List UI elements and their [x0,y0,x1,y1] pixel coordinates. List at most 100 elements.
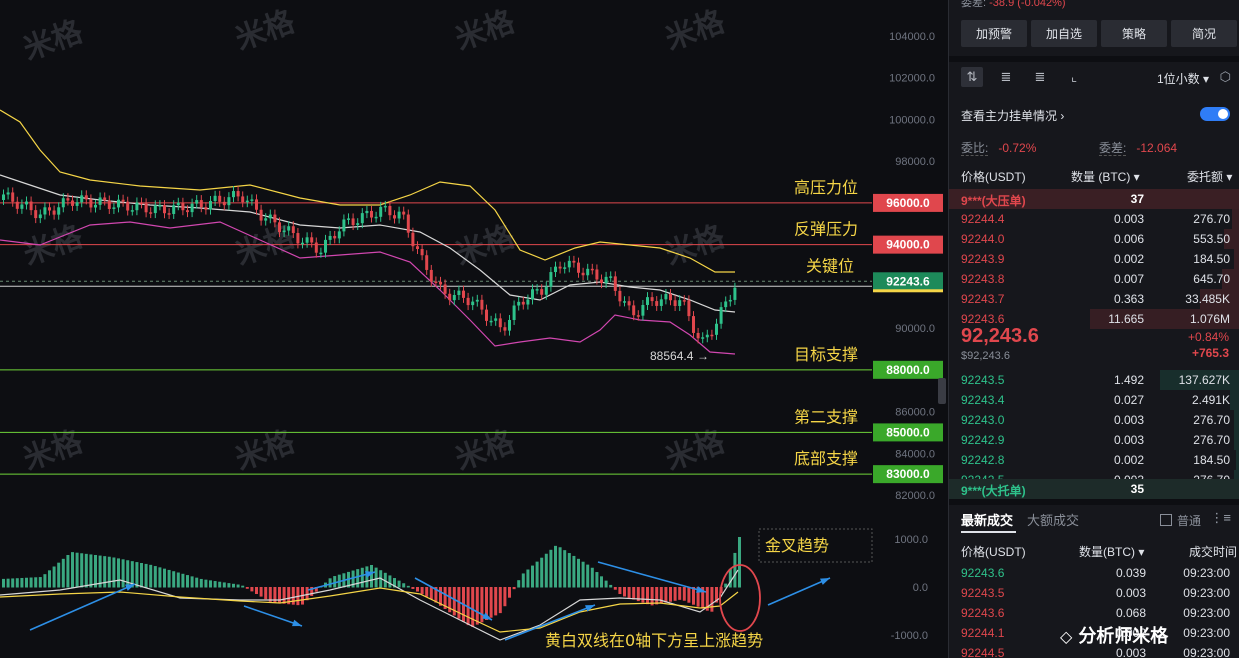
bid-qty: 1.492 [1113,373,1144,387]
ask-price: 92243.8 [961,272,1005,286]
candle-body [466,297,470,306]
macd-histogram-bar [43,574,47,588]
settings-icon[interactable]: ⬡ [1220,69,1231,85]
ask-depth-bar [1232,209,1239,229]
bid-row[interactable]: 92242.50.003276.70 [949,470,1239,479]
macd-histogram-bar [572,555,576,588]
bid-row[interactable]: 92243.0 0.003 276.70 [949,410,1239,430]
kline-chart-svg[interactable]: 米格 米格 米格 米格米格 米格 米格 米格米格 米格 米格 米格104000.0102000.0… [0,0,948,658]
both-sides-view-icon[interactable]: ⇅ [961,67,983,87]
candle-body [443,284,447,294]
level-label: 底部支撑 [794,449,858,468]
bid-row[interactable]: 92242.8 0.002 184.50 [949,450,1239,470]
bid-row[interactable]: 92243.5 1.492 137.627K [949,370,1239,390]
macd-histogram-bar [34,577,38,588]
candle-body [337,231,341,239]
macd-histogram-bar [61,558,65,588]
change-percent: +0.84% [1187,330,1229,344]
candle-body [728,299,732,302]
macd-histogram-bar [176,572,180,588]
trade-price: 92243.5 [961,586,1005,600]
macd-histogram-bar [402,583,406,588]
candle-body [241,196,245,203]
candle-body [232,191,235,198]
trend-arrow-head [820,578,830,585]
trade-col-qty[interactable]: 数量(BTC) ▾ [1079,543,1144,560]
big-bid-row[interactable]: 9***(大托单) 35 [949,479,1239,499]
bid-price: 92243.0 [961,413,1005,427]
candle-body [190,203,194,213]
ask-row[interactable]: 92244.0 0.006 553.50 [949,229,1239,249]
ask-qty: 0.006 [1113,232,1144,246]
watermark-text: 米格 [661,219,730,273]
depth-view-icon[interactable]: ⌞ [1063,67,1085,87]
main-force-toggle[interactable] [1200,107,1230,121]
macd-histogram-bar [57,562,61,588]
candle-body [347,218,350,220]
ask-qty: 0.363 [1113,292,1144,306]
watermark-text: 米格 [19,424,88,478]
candle-body [20,204,24,209]
candle-body [733,287,737,300]
decimals-select[interactable]: 1位小数 ▾ [1157,70,1209,87]
asks-only-view-icon[interactable]: ≣ [1029,67,1051,87]
ask-row[interactable]: 92243.9 0.002 184.50 [949,249,1239,269]
bids-only-view-icon[interactable]: ≣ [995,67,1017,87]
candle-body [103,197,107,201]
overview-button[interactable]: 简况 [1171,20,1237,47]
bid-price: 92242.9 [961,433,1005,447]
ask-row[interactable]: 92243.8 0.007 645.70 [949,269,1239,289]
candle-body [402,211,406,215]
ask-qty: 0.003 [1113,212,1144,226]
bid-price: 92243.5 [961,373,1005,387]
trade-row[interactable]: 92243.6 0.068 09:23:00 [949,603,1239,623]
bid-depth-bar [1234,430,1239,450]
macd-axis-label: 1000.0 [894,534,928,546]
candle-body [600,279,603,284]
add-watchlist-button[interactable]: 加自选 [1031,20,1097,47]
chart-scroll-handle[interactable] [938,378,946,404]
macd-histogram-bar [89,554,93,588]
normal-checkbox[interactable]: 普通 [1160,512,1201,529]
price-axis-label: 98000.0 [895,156,935,168]
bid-row[interactable]: 92242.9 0.003 276.70 [949,430,1239,450]
trade-row[interactable]: 92243.5 0.003 09:23:00 [949,583,1239,603]
macd-histogram-bar [222,582,226,588]
candle-body [664,294,668,300]
macd-histogram-bar [20,577,24,588]
macd-histogram-bar [75,552,79,588]
candle-body [48,207,51,211]
candle-body [581,272,585,276]
candle-body [324,239,327,253]
watermark-text: 米格 [661,424,730,478]
tab-large-trades[interactable]: 大额成交 [1027,513,1079,528]
candle-body [655,301,659,306]
candle-body [549,272,553,287]
ask-price: 92243.7 [961,292,1005,306]
candle-body [236,191,240,197]
candle-body [172,205,176,214]
col-qty-header[interactable]: 数量 (BTC) ▾ [1071,168,1140,185]
macd-histogram-bar [489,587,493,618]
trade-col-time: 成交时间 [1189,545,1238,559]
col-total-header[interactable]: 委托额 ▾ [1187,168,1232,185]
candle-body [719,307,723,324]
bid-row[interactable]: 92243.4 0.027 2.491K [949,390,1239,410]
main-force-link[interactable]: 查看主力挂单情况 › [961,107,1064,124]
filter-icon[interactable]: ⋮≡ [1210,510,1231,526]
macd-histogram-bar [227,583,231,588]
macd-histogram-bar [416,587,419,592]
tab-latest-trades[interactable]: 最新成交 [961,513,1013,528]
candle-body [15,201,19,209]
kline-chart-area[interactable]: 米格 米格 米格 米格 米格 米格 米格 米格 米格 米格 米格 米格 104000.0 102000.0… [0,0,948,658]
add-alert-button[interactable]: 加预警 [961,20,1027,47]
ask-row[interactable]: 92243.7 0.363 33.485K [949,289,1239,309]
ask-row[interactable]: 92244.4 0.003 276.70 [949,209,1239,229]
macd-histogram-bar [356,569,360,588]
candle-body [199,200,203,208]
strategy-button[interactable]: 策略 [1101,20,1167,47]
ratio-row: 委比: -0.72% 委差: -12.064 [961,139,1231,156]
big-ask-row[interactable]: 9***(大压单) 37 [949,189,1239,209]
trade-price: 92244.1 [961,626,1005,640]
trade-row[interactable]: 92243.6 0.039 09:23:00 [949,563,1239,583]
